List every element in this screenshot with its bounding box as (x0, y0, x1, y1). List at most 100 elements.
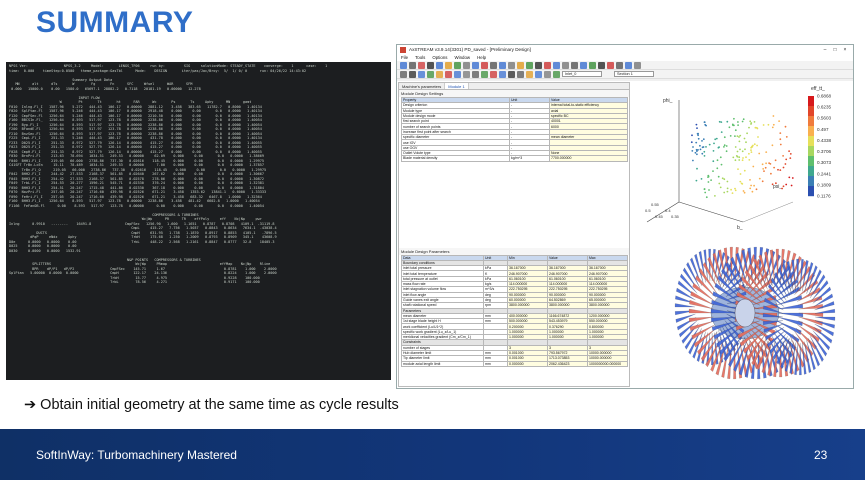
table-row[interactable]: meridional velocities gradient (Cm_z/Cm_… (401, 333, 628, 341)
footer-company: SoftInWay: Turbomachinery Mastered (36, 448, 237, 462)
scatter-point (765, 151, 768, 153)
toolbar-button-icon[interactable] (625, 61, 632, 69)
close-icon[interactable]: × (840, 47, 850, 53)
tab-module-1[interactable]: Module 1 (445, 83, 469, 89)
toolbar-button-icon[interactable] (481, 70, 488, 78)
toolbar-button-icon[interactable] (454, 61, 461, 69)
table-cell[interactable]: 0.000000 (507, 360, 548, 367)
toolbar-button-icon[interactable] (400, 70, 407, 78)
scatter-point (784, 163, 787, 165)
toolbar-button-icon[interactable] (616, 61, 623, 69)
table-row[interactable]: specific work gradient (Lu_z/Lu_1) 1.0000… (401, 328, 628, 336)
toolbar-button-icon[interactable] (409, 61, 416, 69)
toolbar-button-icon[interactable] (562, 61, 569, 69)
b-axis-label: b_ (737, 225, 743, 231)
scatter-point (774, 159, 777, 162)
toolbar-button-icon[interactable] (445, 61, 452, 69)
turbine-3d-view[interactable] (633, 237, 853, 387)
table-row[interactable]: 1st stage blade height Hmm 500.000000 543.… (401, 318, 628, 325)
toolbar-button-icon[interactable] (580, 61, 587, 69)
scatter-point (771, 144, 774, 147)
toolbar-button-icon[interactable] (418, 61, 425, 69)
table-cell[interactable]: 2062.436423 (547, 360, 588, 367)
toolbar-button-icon[interactable] (508, 61, 515, 69)
toolbar-button-icon[interactable] (454, 70, 461, 78)
toolbar-button-icon[interactable] (463, 70, 470, 78)
toolbar-button-icon[interactable] (607, 61, 614, 69)
scatter-point (779, 169, 782, 171)
toolbar-button-icon[interactable] (553, 70, 560, 78)
toolbar-button-icon[interactable] (589, 61, 596, 69)
table-row[interactable]: inlet stagnation volume flow m^3/s 222.750… (401, 286, 628, 293)
menu-window[interactable]: Window (454, 55, 470, 60)
toolbar-button-icon[interactable] (427, 61, 434, 69)
toolbar-button-icon[interactable] (598, 61, 605, 69)
menu-tools[interactable]: Tools (415, 55, 425, 60)
toolbar-button-icon[interactable] (526, 70, 533, 78)
toolbar-button-icon[interactable] (490, 70, 497, 78)
toolbar-button-icon[interactable] (445, 70, 452, 78)
toolbar-button-icon[interactable] (544, 61, 551, 69)
toolbar-button-icon[interactable] (517, 61, 524, 69)
menu-options[interactable]: Options (432, 55, 447, 60)
scatter-point (738, 136, 740, 138)
scatter-point (725, 150, 728, 153)
toolbar-button-icon[interactable] (535, 61, 542, 69)
scatter-point (762, 168, 765, 170)
toolbar-button-icon[interactable] (418, 70, 425, 78)
scatter-point (741, 150, 744, 153)
table-row[interactable]: work coefficient (Lu/U1^2) 0.200000 0.3762… (401, 323, 628, 330)
maximize-icon[interactable]: □ (830, 47, 840, 53)
toolbar-button-icon[interactable] (400, 61, 407, 69)
scatter-point (731, 192, 734, 194)
table-row[interactable]: inlet total temperature K 246.907000 246.90… (401, 270, 628, 277)
toolbar-button-icon[interactable] (490, 61, 497, 69)
scatter-point (779, 132, 782, 134)
minimize-icon[interactable]: – (820, 47, 830, 53)
toolbar-button-icon[interactable] (436, 61, 443, 69)
table-row[interactable]: Guide vanes exit angle deg 60.000000 64.502… (401, 296, 628, 304)
colorbar-label: 0.1176 (817, 194, 831, 199)
toolbar-button-icon[interactable] (517, 70, 524, 78)
scatter-point (764, 166, 767, 169)
toolbar-button-icon[interactable] (535, 70, 542, 78)
toolbar-button-icon[interactable] (481, 61, 488, 69)
menu-help[interactable]: Help (477, 55, 486, 60)
scatter-point (721, 177, 724, 180)
toolbar-button-icon[interactable] (553, 61, 560, 69)
table-row[interactable]: shaft rotational speed rpm 3800.000000 3800… (401, 302, 628, 309)
scatter-point (781, 187, 783, 190)
toolbar-button-icon[interactable] (472, 61, 479, 69)
table-cell[interactable]: 7700.000000 (549, 155, 628, 162)
scatter-point (772, 115, 775, 117)
table-cell[interactable]: 1000000000.000000 (587, 360, 628, 367)
scatter-point (750, 149, 752, 151)
view-panel: phi_ psi_ b_ 0.55 0.5 0.45 0.4 0.35 eff_tt_ 0.686… (633, 82, 853, 387)
toolbar-button-icon[interactable] (427, 70, 434, 78)
inlet-select[interactable]: Inlet_0 (562, 71, 602, 77)
toolbar-button-icon[interactable] (508, 70, 515, 78)
scatter-point (749, 179, 751, 181)
toolbar-button-icon[interactable] (526, 61, 533, 69)
toolbar-button-icon[interactable] (634, 61, 641, 69)
menu-bar: File Tools Options Window Help (397, 54, 853, 61)
table-row[interactable]: total pressure at outlet kPa 61.060100 61.0… (401, 275, 628, 283)
toolbar-button-icon[interactable] (544, 70, 551, 78)
scatter-point (756, 127, 759, 130)
toolbar-button-icon[interactable] (436, 70, 443, 78)
toolbar-button-icon[interactable] (499, 70, 506, 78)
menu-file[interactable]: File (401, 55, 408, 60)
tab-machine-parameters[interactable]: Machine's parameters (399, 83, 446, 89)
table-row[interactable]: Blade material density kg/m^3 7700.000000 (401, 155, 628, 162)
scatter-point (705, 196, 708, 199)
toolbar-button-icon[interactable] (463, 61, 470, 69)
toolbar-button-icon[interactable] (472, 70, 479, 78)
toolbar-button-icon[interactable] (499, 61, 506, 69)
efficiency-scatter-plot[interactable]: phi_ psi_ b_ 0.550.5 0.450.40.35 eff_tt_ 0.686… (633, 82, 853, 237)
colorbar-segment (808, 96, 814, 107)
colorbar-label: 0.5603 (817, 116, 831, 121)
table-row[interactable]: module axial length limit mm 0.000000 2062.… (401, 360, 628, 367)
toolbar-button-icon[interactable] (571, 61, 578, 69)
section-select[interactable]: Section 1 (614, 71, 654, 77)
toolbar-button-icon[interactable] (409, 70, 416, 78)
